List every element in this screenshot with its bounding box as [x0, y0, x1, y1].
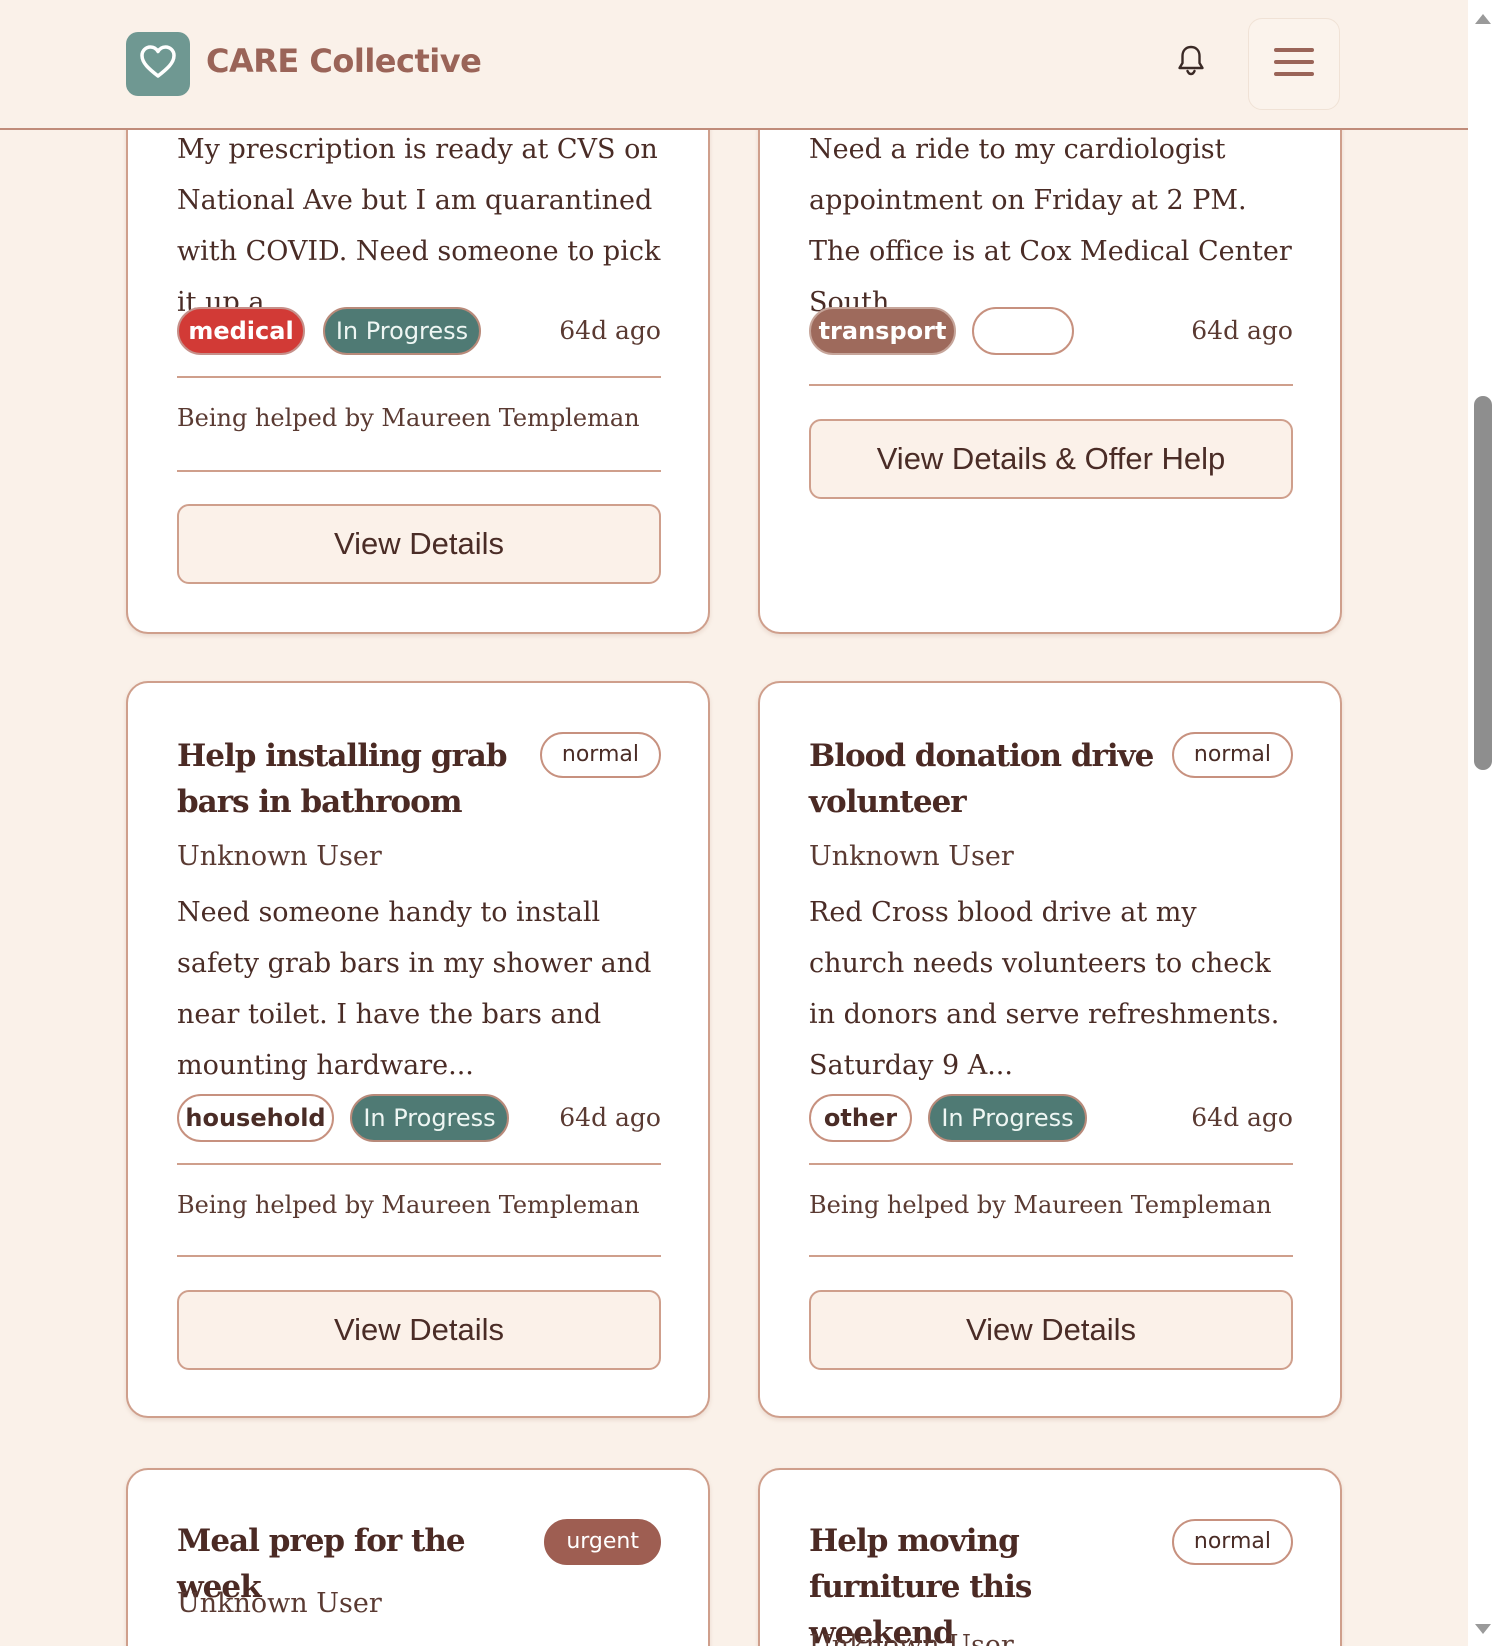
category-tag: household	[177, 1094, 334, 1142]
request-age: 64d ago	[1191, 1103, 1293, 1132]
request-author: Unknown User	[809, 841, 1014, 872]
divider	[177, 470, 661, 472]
request-tags: medical In Progress 64d ago	[177, 307, 661, 355]
request-description: Need someone handy to install safety gra…	[177, 897, 652, 1081]
request-title[interactable]: Blood donation drive volunteer	[809, 733, 1159, 825]
request-age: 64d ago	[559, 316, 661, 345]
scrollbar-thumb[interactable]	[1474, 396, 1492, 770]
request-card: Blood donation drive volunteer normal Un…	[758, 681, 1342, 1418]
scroll-down-arrow-icon[interactable]	[1475, 1624, 1491, 1634]
category-tag: medical	[177, 307, 305, 355]
divider	[177, 1163, 661, 1165]
category-tag: transport	[809, 307, 956, 355]
helper-info: Being helped by Maureen Templeman	[809, 1191, 1272, 1219]
logo[interactable]	[126, 32, 190, 96]
request-author: Unknown User	[177, 841, 382, 872]
view-details-button[interactable]: View Details	[177, 504, 661, 584]
request-description: Need a ride to my cardiologist appointme…	[809, 134, 1292, 318]
request-card: Meal prep for the week urgent Unknown Us…	[126, 1468, 710, 1646]
request-card: Help installing grab bars in bathroom no…	[126, 681, 710, 1418]
app-header: CARE Collective	[0, 0, 1468, 130]
request-tags: transport 64d ago	[809, 307, 1293, 355]
status-badge: In Progress	[323, 307, 481, 355]
request-tags: household In Progress 64d ago	[177, 1094, 661, 1142]
request-author: Unknown User	[809, 1630, 1014, 1646]
request-description: Red Cross blood drive at my church needs…	[809, 897, 1280, 1081]
hamburger-menu-icon	[1272, 45, 1316, 83]
scroll-up-arrow-icon[interactable]	[1475, 14, 1491, 24]
divider	[809, 1163, 1293, 1165]
scrollbar[interactable]	[1468, 0, 1498, 1646]
brand-name[interactable]: CARE Collective	[206, 42, 482, 80]
notifications-button[interactable]	[1174, 44, 1208, 80]
request-tags: other In Progress 64d ago	[809, 1094, 1293, 1142]
request-card: Need a ride to my cardiologist appointme…	[758, 100, 1342, 634]
view-details-button[interactable]: View Details	[809, 1290, 1293, 1370]
request-age: 64d ago	[1191, 316, 1293, 345]
divider	[177, 376, 661, 378]
helper-info: Being helped by Maureen Templeman	[177, 1191, 640, 1219]
status-badge	[972, 307, 1074, 355]
request-author: Unknown User	[177, 1588, 382, 1619]
bell-icon	[1176, 44, 1206, 80]
menu-button[interactable]	[1248, 18, 1340, 110]
view-details-button[interactable]: View Details	[177, 1290, 661, 1370]
heart-icon	[139, 44, 177, 84]
priority-badge: urgent	[544, 1519, 661, 1565]
request-title[interactable]: Help installing grab bars in bathroom	[177, 733, 527, 825]
request-card: Help moving furniture this weekend norma…	[758, 1468, 1342, 1646]
helper-info: Being helped by Maureen Templeman	[177, 404, 640, 432]
status-badge: In Progress	[350, 1094, 509, 1142]
request-card: My prescription is ready at CVS on Natio…	[126, 100, 710, 634]
divider	[809, 384, 1293, 386]
divider	[177, 1255, 661, 1257]
request-age: 64d ago	[559, 1103, 661, 1132]
priority-badge: normal	[1171, 732, 1293, 778]
request-description: My prescription is ready at CVS on Natio…	[177, 134, 661, 318]
divider	[809, 1255, 1293, 1257]
view-details-offer-help-button[interactable]: View Details & Offer Help	[809, 419, 1293, 499]
request-title[interactable]: Help moving furniture this weekend	[809, 1518, 1159, 1646]
priority-badge: normal	[1171, 1519, 1293, 1565]
priority-badge: normal	[539, 732, 661, 778]
category-tag: other	[809, 1094, 912, 1142]
status-badge: In Progress	[928, 1094, 1087, 1142]
